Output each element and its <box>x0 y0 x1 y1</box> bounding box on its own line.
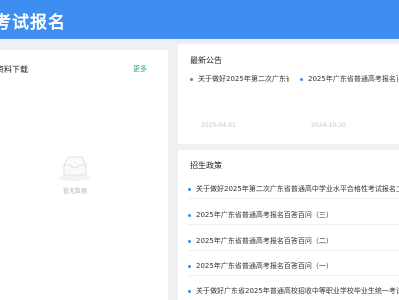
empty-inbox-icon <box>59 156 91 181</box>
empty-state-text: 暂无数据 <box>62 188 87 195</box>
policy-item-title: 2025年广东省普通高考报名百答百问（三） <box>196 211 333 219</box>
policy-item[interactable]: 关于做好2025年第二次广东省普通高中学业水平合格性考试报名工作的通知 <box>188 184 399 194</box>
policy-item[interactable]: 关于做好广东省2025年普通高校招收中等职业学校毕业生统一考试 <box>188 286 399 296</box>
downloads-title: 资料下载 <box>0 65 28 74</box>
policies-panel: 招生政策 关于做好2025年第二次广东省普通高中学业水平合格性考试报名工作的通知… <box>178 150 399 300</box>
divider <box>188 224 399 225</box>
downloads-panel: 资料下载 更多 暂无数据 <box>0 50 168 300</box>
bullet-dot <box>188 187 191 191</box>
notices-panel: 最新公告 关于做好2025年第二次广东省普通高中学业水平合格性考试 2025年广… <box>178 44 399 144</box>
policy-item[interactable]: 2025年广东省普通高考报名百答百问（三） <box>188 210 399 220</box>
policy-item[interactable]: 2025年广东省普通高考报名百答百问（二） <box>188 236 399 246</box>
policy-item-title: 2025年广东省普通高考报名百答百问（二） <box>196 237 333 245</box>
notice-item-title: 2025年广东省普通高考报名百答百问 <box>308 75 398 83</box>
bullet-dot <box>300 77 303 81</box>
bullet-dot <box>188 239 191 243</box>
bullet-dot <box>188 289 191 293</box>
policy-item-title: 关于做好广东省2025年普通高校招收中等职业学校毕业生统一考试 <box>196 287 399 295</box>
bullet-dot <box>188 213 191 217</box>
divider <box>188 198 399 199</box>
notice-date: 2024-10-30 <box>311 122 346 129</box>
bullet-dot <box>188 264 191 268</box>
policy-item-title: 2025年广东省普通高考报名百答百问（一） <box>196 262 333 270</box>
notice-item[interactable]: 关于做好2025年第二次广东省普通高中学业水平合格性考试 <box>190 74 289 84</box>
more-link[interactable]: 更多 <box>133 64 147 74</box>
policy-item-title: 关于做好2025年第二次广东省普通高中学业水平合格性考试报名工作的通知 <box>196 185 399 193</box>
policies-title: 招生政策 <box>190 161 222 170</box>
policy-item[interactable]: 2025年广东省普通高考报名百答百问（一） <box>188 261 399 271</box>
notices-title: 最新公告 <box>190 56 222 65</box>
notice-item-title: 关于做好2025年第二次广东省普通高中学业水平合格性考试 <box>198 75 289 83</box>
notice-item[interactable]: 2025年广东省普通高考报名百答百问 <box>300 74 398 84</box>
header-bar: 考试报名 <box>0 0 399 42</box>
page-title: 考试报名 <box>0 13 66 33</box>
bullet-dot <box>190 77 193 81</box>
notice-date: 2025-04-01 <box>201 122 236 129</box>
divider <box>188 250 399 251</box>
divider <box>188 275 399 276</box>
